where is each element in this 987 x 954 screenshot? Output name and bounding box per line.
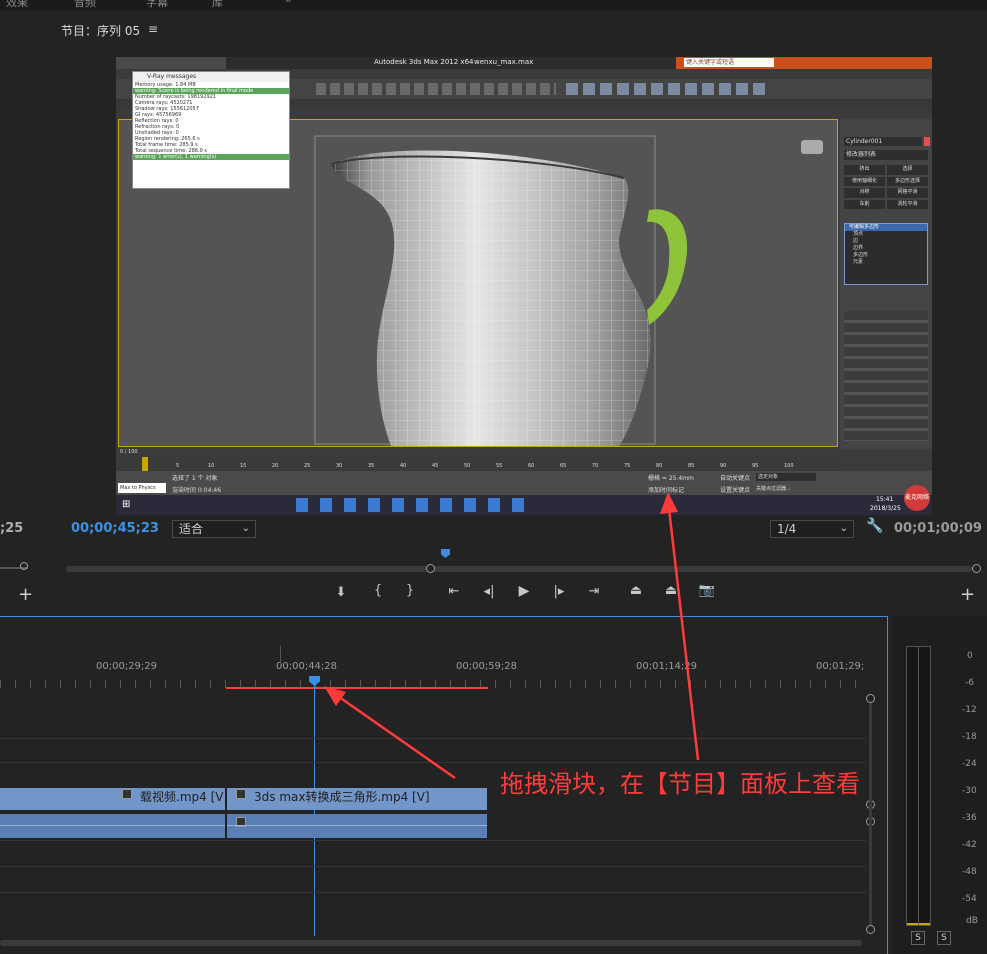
arrow-to-playhead bbox=[331, 690, 456, 780]
meter-divider bbox=[918, 647, 919, 925]
annotation-text: 拖拽滑块，在【节目】面板上查看 bbox=[500, 770, 860, 798]
db-label: -12 bbox=[962, 705, 977, 715]
db-label: -18 bbox=[962, 732, 977, 742]
db-unit-label: dB bbox=[966, 916, 978, 926]
arrow-head bbox=[324, 686, 346, 706]
db-label: -30 bbox=[962, 786, 977, 796]
arrow-head bbox=[660, 492, 678, 514]
solo-left-button[interactable]: S bbox=[911, 931, 925, 945]
solo-right-button[interactable]: S bbox=[937, 931, 951, 945]
meter-level-right bbox=[919, 923, 930, 925]
meter-level-left bbox=[907, 923, 918, 925]
db-label: -24 bbox=[962, 759, 977, 769]
db-label: -54 bbox=[962, 894, 977, 904]
db-label: -48 bbox=[962, 867, 977, 877]
db-label: -36 bbox=[962, 813, 977, 823]
annotation-arrows bbox=[324, 492, 700, 780]
db-label: -6 bbox=[965, 678, 974, 688]
arrow-to-program bbox=[666, 499, 700, 761]
audio-meter-bars bbox=[906, 646, 931, 926]
db-label: 0 bbox=[967, 651, 973, 661]
db-label: -42 bbox=[962, 840, 977, 850]
